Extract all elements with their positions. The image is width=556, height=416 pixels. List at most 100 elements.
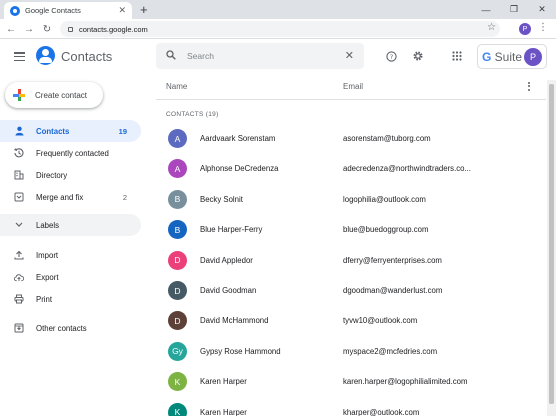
browser-profile-avatar[interactable]: P <box>519 23 531 35</box>
contact-name: Karen Harper <box>200 377 247 387</box>
contact-email: kharper@outlook.com <box>343 407 420 416</box>
app-title: Contacts <box>61 49 113 64</box>
contact-name: David Appledor <box>200 255 253 265</box>
merge-icon <box>14 192 24 202</box>
list-column-header: Name Email <box>156 74 546 100</box>
contacts-favicon-icon <box>10 5 20 16</box>
contact-avatar: B <box>168 189 187 209</box>
tab-title: Google Contacts <box>25 6 81 15</box>
contact-email: dgoodman@wanderlust.com <box>343 286 443 295</box>
contact-list: Name Email CONTACTS (19) A Aardvaark Sore… <box>156 74 546 416</box>
bookmark-star-icon[interactable]: ☆ <box>487 22 496 33</box>
new-tab-button[interactable]: + <box>140 2 148 17</box>
vertical-scrollbar[interactable] <box>547 80 556 416</box>
table-row[interactable]: Gy Gypsy Rose Hammond myspace2@mcfedries.c… <box>156 337 546 367</box>
contact-avatar: D <box>168 281 187 300</box>
table-row[interactable]: D David Appledor dferry@ferryenterprises.c… <box>156 246 546 276</box>
sidebar-item-frequently-contacted[interactable]: Frequently contacted <box>0 142 141 164</box>
maximize-icon[interactable]: ❐ <box>500 0 528 19</box>
url-text: contacts.google.com <box>79 24 148 34</box>
sidebar-item-count: 19 <box>118 126 127 136</box>
gsuite-logo: G Suite <box>482 49 523 64</box>
create-contact-label: Create contact <box>35 90 88 100</box>
address-bar[interactable]: contacts.google.com ☆ <box>60 21 500 37</box>
sidebar-item-label: Print <box>36 294 53 304</box>
column-email-header[interactable]: Email <box>343 82 363 91</box>
scrollbar-thumb[interactable] <box>549 84 554 404</box>
sidebar-item-export[interactable]: Export <box>0 266 141 288</box>
sidebar-item-label: Frequently contacted <box>36 148 109 158</box>
table-row[interactable]: B Blue Harper-Ferry blue@buedoggroup.com <box>156 215 546 245</box>
contact-name: Becky Solnit <box>200 194 243 204</box>
main-menu-icon[interactable] <box>14 52 25 61</box>
settings-gear-icon[interactable] <box>411 49 425 63</box>
browser-tab[interactable]: Google Contacts ✕ <box>4 2 132 19</box>
table-row[interactable]: B Becky Solnit logophilia@outlook.com <box>156 185 546 215</box>
sidebar-item-label: Labels <box>36 220 59 230</box>
gsuite-account-switcher[interactable]: G Suite P <box>477 44 547 69</box>
contact-name: Gypsy Rose Hammond <box>200 346 281 356</box>
apps-grid-icon[interactable] <box>450 49 464 63</box>
contact-email: logophilia@outlook.com <box>343 194 426 204</box>
back-arrow-icon[interactable]: ← <box>3 21 19 37</box>
sidebar: Create contact Contacts 19 Frequently co… <box>0 74 150 416</box>
contact-email: tyvw10@outlook.com <box>343 316 418 326</box>
contact-avatar: D <box>168 311 187 331</box>
sidebar-item-other-contacts[interactable]: Other contacts <box>0 317 141 339</box>
lock-icon <box>68 26 73 32</box>
table-row[interactable]: K Karen Harper karen.harper@logophilialimi… <box>156 367 546 397</box>
search-icon[interactable] <box>166 50 176 60</box>
contact-email: adecredenza@northwindtraders.co... <box>343 164 471 174</box>
history-icon <box>14 148 24 158</box>
reload-icon[interactable]: ↻ <box>39 21 55 37</box>
window-close-icon[interactable]: ✕ <box>528 0 556 19</box>
contact-email: asorenstam@tuborg.com <box>343 134 431 143</box>
contact-name: Karen Harper <box>200 407 247 416</box>
minimize-icon[interactable]: — <box>472 0 500 19</box>
contacts-logo-icon <box>36 46 55 65</box>
contact-avatar: A <box>168 129 187 148</box>
account-avatar[interactable]: P <box>524 48 542 66</box>
clear-search-icon[interactable]: ✕ <box>345 49 354 63</box>
sidebar-item-label: Directory <box>36 170 68 180</box>
contact-avatar: A <box>168 159 187 179</box>
plus-icon <box>13 89 25 101</box>
svg-text:?: ? <box>389 53 392 61</box>
contact-name: Blue Harper-Ferry <box>200 225 263 235</box>
sidebar-item-directory[interactable]: Directory <box>0 164 141 186</box>
sidebar-item-merge-and-fix[interactable]: Merge and fix 2 <box>0 186 141 208</box>
contact-avatar: K <box>168 372 187 392</box>
browser-menu-icon[interactable]: ⋮ <box>538 22 548 33</box>
contact-email: dferry@ferryenterprises.com <box>343 255 442 265</box>
sidebar-item-contacts[interactable]: Contacts 19 <box>0 120 141 142</box>
contact-email: blue@buedoggroup.com <box>343 225 429 235</box>
archive-icon <box>14 323 24 333</box>
column-name-header[interactable]: Name <box>166 82 187 91</box>
sidebar-item-label: Merge and fix <box>36 192 84 202</box>
contact-avatar: K <box>168 402 187 416</box>
more-vert-icon[interactable] <box>525 79 533 93</box>
table-row[interactable]: D David Goodman dgoodman@wanderlust.com <box>156 276 546 306</box>
help-icon[interactable]: ? <box>384 49 398 63</box>
tab-close-icon[interactable]: ✕ <box>118 5 126 16</box>
table-row[interactable]: A Alphonse DeCredenza adecredenza@northwin… <box>156 154 546 184</box>
table-row[interactable]: D David McHammond tyvw10@outlook.com <box>156 306 546 336</box>
sidebar-item-print[interactable]: Print <box>0 288 141 310</box>
sidebar-item-label: Export <box>36 272 59 282</box>
table-row[interactable]: K Karen Harper kharper@outlook.com <box>156 398 546 416</box>
sidebar-item-count: 2 <box>122 192 127 202</box>
directory-icon <box>14 170 24 180</box>
contact-name: David McHammond <box>200 316 269 326</box>
sidebar-item-labels[interactable]: Labels <box>0 214 141 236</box>
forward-arrow-icon[interactable]: → <box>21 21 37 37</box>
search-input[interactable] <box>187 49 337 63</box>
sidebar-item-label: Other contacts <box>36 323 87 333</box>
create-contact-button[interactable]: Create contact <box>5 82 103 108</box>
table-row[interactable]: A Aardvaark Sorenstam asorenstam@tuborg.co… <box>156 124 546 154</box>
contact-name: Aardvaark Sorenstam <box>200 134 276 143</box>
search-bar: ✕ <box>156 43 364 69</box>
contacts-group-label: CONTACTS (19) <box>166 111 219 118</box>
sidebar-item-import[interactable]: Import <box>0 244 141 266</box>
chevron-down-icon <box>14 220 24 230</box>
contact-avatar: B <box>168 220 187 240</box>
